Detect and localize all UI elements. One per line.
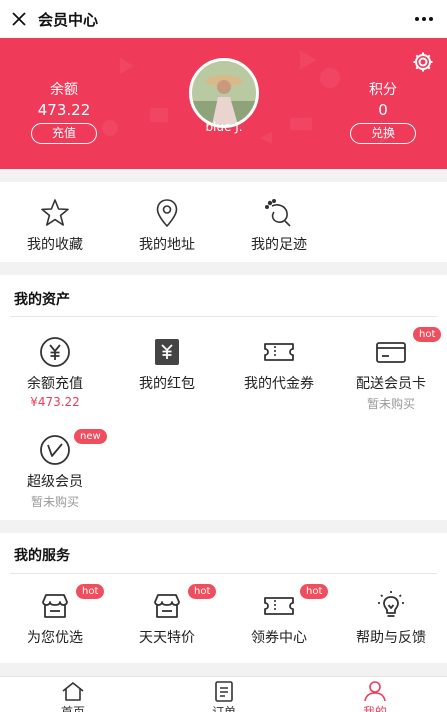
service-item-help-feedback[interactable]: 帮助与反馈 (336, 589, 446, 647)
section-title: 我的资产 (14, 292, 70, 308)
asset-item-label: 配送会员卡 (356, 376, 426, 392)
quick-item-footprints[interactable]: 我的足迹 (224, 196, 334, 254)
asset-item-status: 暂未购买 (30, 495, 79, 509)
tab-label: 首页 (60, 705, 85, 712)
close-button[interactable] (0, 0, 38, 38)
shop-icon (42, 594, 68, 618)
section-title: 我的服务 (14, 548, 70, 564)
bottom-tab-bar: 首页 订单 我的 (0, 676, 447, 712)
asset-item-red-packet[interactable]: 我的红包 (112, 335, 222, 393)
title-bar: 会员中心 (0, 0, 447, 38)
divider (10, 316, 437, 317)
order-list-icon (215, 681, 233, 702)
services-section: 我的服务 为您优选 hot 天天特价 hot 领券中心 hot 帮助与反馈 (0, 533, 447, 663)
service-item-label: 领券中心 (251, 630, 307, 646)
more-dots-icon (415, 17, 433, 21)
balance-amount: ¥473.22 (30, 395, 80, 409)
shop-icon (154, 594, 180, 618)
recharge-button[interactable]: 充值 (31, 123, 97, 144)
footprint-icon (264, 198, 291, 227)
lightbulb-icon (378, 591, 404, 617)
assets-section: 我的资产 余额充值 ¥473.22 我的红包 我的代金券 配送会员卡 暂未购买 … (0, 275, 447, 520)
quick-item-label: 我的地址 (139, 237, 195, 253)
super-vip-icon (40, 435, 70, 465)
tab-orders[interactable]: 订单 (179, 680, 269, 712)
new-badge: new (74, 429, 107, 444)
asset-item-label: 我的红包 (139, 376, 195, 392)
asset-item-super-vip[interactable]: 超级会员 暂未购买 (0, 433, 110, 510)
balance-label: 余额 (50, 82, 78, 98)
more-button[interactable] (413, 9, 435, 29)
service-item-label: 帮助与反馈 (356, 630, 426, 646)
avatar[interactable] (189, 58, 259, 128)
asset-item-label: 超级会员 (27, 474, 83, 490)
tab-label: 订单 (211, 705, 236, 712)
points-value: 0 (378, 101, 388, 119)
close-icon (12, 12, 26, 26)
page-title: 会员中心 (38, 10, 99, 29)
service-item-label: 天天特价 (139, 630, 195, 646)
tab-label: 我的 (362, 705, 387, 712)
red-packet-icon (155, 339, 179, 365)
exchange-button[interactable]: 兑换 (350, 123, 416, 144)
asset-item-status: 暂未购买 (366, 397, 415, 411)
settings-button[interactable] (411, 50, 435, 74)
asset-item-delivery-card[interactable]: 配送会员卡 暂未购买 (336, 335, 446, 412)
balance-value: 473.22 (37, 101, 91, 119)
hot-badge: hot (76, 584, 105, 599)
service-item-label: 为您优选 (27, 630, 83, 646)
points-block: 积分 0 兑换 (343, 79, 423, 144)
tab-home[interactable]: 首页 (28, 680, 118, 712)
hot-badge: hot (413, 327, 442, 342)
location-pin-icon (156, 199, 178, 228)
avatar-image (192, 61, 256, 125)
hot-badge: hot (300, 584, 329, 599)
asset-item-label: 余额充值 (27, 376, 83, 392)
member-header: 余额 473.22 充值 blue J. 积分 0 兑换 (0, 38, 447, 169)
asset-item-label: 我的代金券 (244, 376, 314, 392)
asset-item-voucher[interactable]: 我的代金券 (224, 335, 334, 393)
quick-item-address[interactable]: 我的地址 (112, 196, 222, 254)
delivery-card-icon (376, 342, 406, 363)
quick-item-label: 我的足迹 (251, 237, 307, 253)
points-label: 积分 (369, 82, 397, 98)
home-icon (62, 682, 84, 701)
quick-links: 我的收藏 我的地址 我的足迹 (0, 182, 447, 262)
gear-icon (413, 52, 433, 72)
star-icon (41, 199, 69, 226)
hot-badge: hot (188, 584, 217, 599)
quick-item-favorites[interactable]: 我的收藏 (0, 196, 110, 254)
tab-mine[interactable]: 我的 (330, 680, 420, 712)
quick-item-label: 我的收藏 (27, 237, 83, 253)
coupon-icon (264, 597, 294, 615)
divider (10, 573, 437, 574)
user-icon (364, 681, 386, 702)
asset-item-recharge[interactable]: 余额充值 ¥473.22 (0, 335, 110, 409)
yuan-circle-icon (40, 337, 70, 367)
username: blue J. (205, 120, 243, 134)
balance-block: 余额 473.22 充值 (24, 79, 104, 144)
voucher-icon (264, 343, 294, 361)
